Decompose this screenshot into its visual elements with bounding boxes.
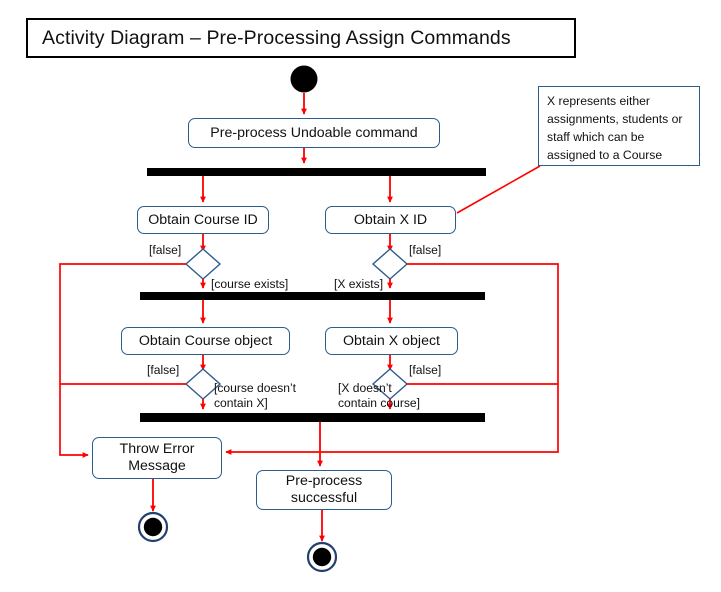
- activity-node-obtain-course-object[interactable]: Obtain Course object: [121, 327, 290, 355]
- activity-label: Obtain X ID: [353, 211, 428, 228]
- final-node-success: [306, 541, 338, 573]
- activity-node-obtain-x-id[interactable]: Obtain X ID: [325, 206, 456, 234]
- final-node-error: [137, 511, 169, 543]
- activity-node-obtain-x-object[interactable]: Obtain X object: [325, 327, 458, 355]
- guard-label-false-x-object: [false]: [409, 363, 442, 377]
- activity-label: Pre-process successful: [285, 473, 363, 506]
- guard-label-false-course-object: [false]: [147, 363, 180, 377]
- activity-node-throw-error-message[interactable]: Throw Error Message: [92, 437, 222, 479]
- activity-label: Pre-process Undoable command: [210, 124, 418, 141]
- activity-node-preprocess-successful[interactable]: Pre-process successful: [256, 470, 392, 510]
- activity-label: Obtain X object: [342, 332, 440, 349]
- page-title: Activity Diagram – Pre-Processing Assign…: [26, 18, 576, 58]
- activity-node-obtain-course-id[interactable]: Obtain Course ID: [137, 206, 269, 234]
- decision-node-course-exists: [184, 248, 222, 280]
- note-text: X represents either assignments, student…: [547, 94, 683, 162]
- guard-label-false-course-id: [false]: [149, 243, 182, 257]
- activity-label: Throw Error Message: [119, 441, 195, 474]
- initial-node: [290, 65, 318, 93]
- guard-label-x-doesnt-contain-course: [X doesn’t contain course]: [338, 381, 421, 410]
- join-bar-3: [140, 413, 485, 422]
- fork-bar-1: [147, 168, 486, 176]
- decision-node-x-exists: [371, 248, 409, 280]
- fork-bar-2: [140, 292, 485, 300]
- activity-label: Obtain Course ID: [148, 211, 258, 228]
- page-title-text: Activity Diagram – Pre-Processing Assign…: [42, 26, 511, 49]
- guard-label-course-doesnt-contain-x: [course doesn’t contain X]: [214, 381, 297, 410]
- guard-label-course-exists: [course exists]: [211, 277, 289, 291]
- guard-label-x-exists: [X exists]: [334, 277, 384, 291]
- activity-node-preprocess-undoable-command[interactable]: Pre-process Undoable command: [188, 118, 440, 148]
- note-annotation: X represents either assignments, student…: [538, 86, 700, 166]
- activity-diagram-canvas: Activity Diagram – Pre-Processing Assign…: [0, 0, 721, 592]
- activity-label: Obtain Course object: [138, 332, 273, 349]
- guard-label-false-x-id: [false]: [409, 243, 442, 257]
